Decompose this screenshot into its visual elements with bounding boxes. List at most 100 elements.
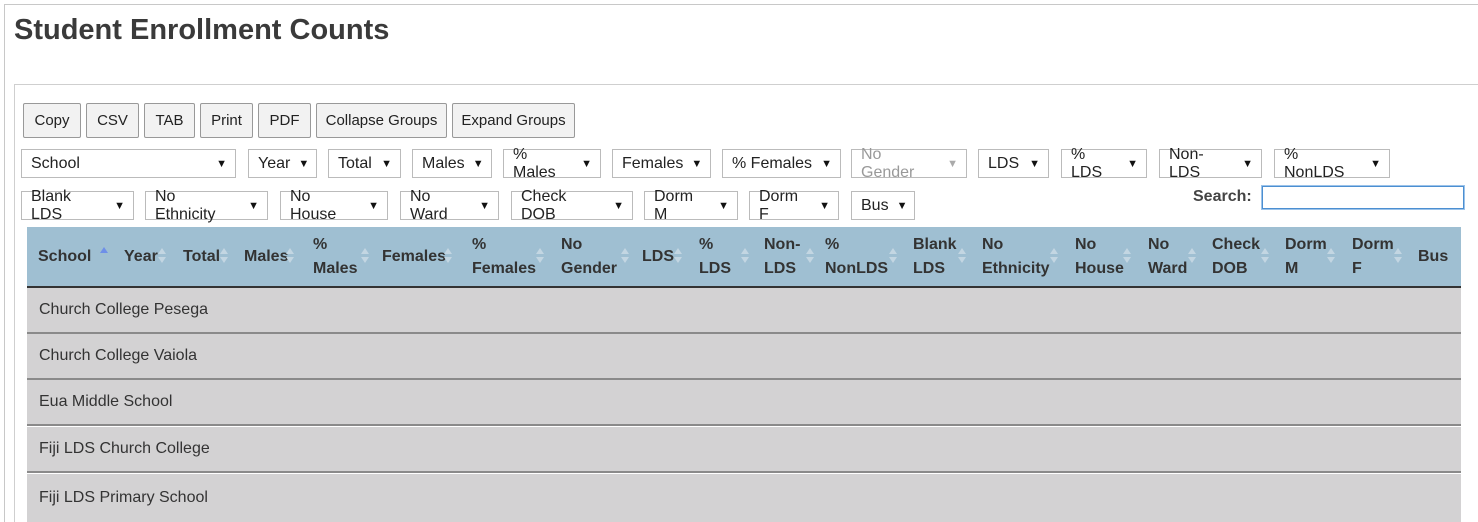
filter-lds[interactable]: LDS ▼ <box>978 149 1049 178</box>
filter-pct-nonlds[interactable]: % NonLDS ▼ <box>1274 146 1390 181</box>
sort-icon <box>286 248 294 266</box>
column-header-no-gender[interactable]: No Gender <box>561 227 629 286</box>
column-header-check-dob[interactable]: Check DOB <box>1212 227 1269 286</box>
filter-blank-lds[interactable]: Blank LDS ▼ <box>21 188 134 223</box>
filter-dorm-m[interactable]: Dorm M ▼ <box>644 188 738 223</box>
column-header-label: Non- <box>764 235 801 253</box>
column-header-label-line2: M <box>1285 259 1299 277</box>
filter-no-ethnicity[interactable]: No Ethnicity ▼ <box>145 188 268 223</box>
filter-dorm-f[interactable]: Dorm F ▼ <box>749 188 839 223</box>
filter-pct-males[interactable]: % Males ▼ <box>503 146 601 181</box>
sort-icon <box>536 248 544 266</box>
filter-males[interactable]: Males ▼ <box>412 149 492 178</box>
column-header-label: No <box>1075 235 1097 253</box>
column-header-label: % <box>472 235 487 253</box>
dropdown-arrow-icon: ▼ <box>368 199 379 212</box>
filter-label: Year <box>258 154 291 172</box>
tab-button[interactable]: TAB <box>144 103 195 138</box>
column-header-label-line2: Gender <box>561 259 618 277</box>
dropdown-arrow-icon: ▼ <box>718 199 729 212</box>
group-row-label: Fiji LDS Church College <box>39 440 210 457</box>
dropdown-arrow-icon: ▼ <box>896 199 908 212</box>
print-button[interactable]: Print <box>200 103 253 138</box>
filter-year[interactable]: Year ▼ <box>248 149 317 178</box>
collapse-groups-button[interactable]: Collapse Groups <box>316 103 447 138</box>
column-header-no-ward[interactable]: No Ward <box>1148 227 1196 286</box>
dropdown-arrow-icon: ▼ <box>819 199 830 212</box>
dropdown-arrow-icon: ▼ <box>1127 157 1138 170</box>
filter-pct-females[interactable]: % Females ▼ <box>722 149 841 178</box>
filter-label: Check DOB <box>521 187 567 223</box>
filter-no-ward[interactable]: No Ward ▼ <box>400 188 499 223</box>
column-header-males[interactable]: Males <box>244 227 294 286</box>
column-header-label-line2: LDS <box>764 259 796 277</box>
group-row-label: Church College Vaiola <box>39 347 198 364</box>
filter-non-lds[interactable]: Non-LDS ▼ <box>1159 146 1262 181</box>
column-header-label: Dorm <box>1285 235 1327 253</box>
filter-total[interactable]: Total ▼ <box>328 149 401 178</box>
column-header-blank-lds[interactable]: Blank LDS <box>913 227 966 286</box>
column-header-year[interactable]: Year <box>124 227 166 286</box>
group-row-label: Church College Pesega <box>39 301 208 318</box>
column-header-lds[interactable]: LDS <box>642 227 682 286</box>
filter-school[interactable]: School ▼ <box>21 149 236 178</box>
filter-label: Non-LDS <box>1169 145 1204 181</box>
filter-label: No Ethnicity <box>155 187 216 223</box>
column-header-label: No <box>1148 235 1170 253</box>
dropdown-arrow-icon: ▼ <box>479 199 490 212</box>
sort-icon <box>621 248 629 266</box>
group-row[interactable]: Church College Pesega <box>27 288 1461 334</box>
filter-no-house[interactable]: No House ▼ <box>280 188 388 223</box>
filter-label: % NonLDS <box>1284 145 1345 181</box>
csv-button[interactable]: CSV <box>86 103 139 138</box>
sort-icon <box>361 248 369 266</box>
column-header-total[interactable]: Total <box>183 227 228 286</box>
search-input[interactable] <box>1261 185 1465 210</box>
filter-pct-lds[interactable]: % LDS ▼ <box>1061 146 1147 181</box>
expand-groups-button[interactable]: Expand Groups <box>452 103 575 138</box>
column-header-dorm-m[interactable]: Dorm M <box>1285 227 1335 286</box>
copy-button[interactable]: Copy <box>23 103 81 138</box>
column-header-pct-females[interactable]: % Females <box>472 227 544 286</box>
column-header-label: % <box>313 235 328 253</box>
filter-label: LDS <box>988 154 1020 172</box>
column-header-label: No <box>982 235 1004 253</box>
sort-icon <box>1050 248 1058 266</box>
sort-icon <box>741 248 749 266</box>
column-header-pct-males[interactable]: % Males <box>313 227 369 286</box>
column-header-bus[interactable]: Bus <box>1418 227 1454 286</box>
dropdown-arrow-icon: ▼ <box>298 157 310 170</box>
filter-label: Dorm M <box>654 187 694 223</box>
filter-females[interactable]: Females ▼ <box>612 149 711 178</box>
column-header-no-house[interactable]: No House <box>1075 227 1131 286</box>
column-header-label-line2: NonLDS <box>825 259 889 277</box>
filter-label: No Gender <box>861 145 915 181</box>
column-header-label: % <box>699 235 714 253</box>
column-header-no-ethnicity[interactable]: No Ethnicity <box>982 227 1058 286</box>
group-row[interactable]: Fiji LDS Primary School <box>27 474 1461 522</box>
column-header-label-line2: Females <box>472 259 537 277</box>
filter-label: School <box>31 154 80 172</box>
filter-label: No Ward <box>410 187 448 223</box>
column-header-pct-nonlds[interactable]: % NonLDS <box>825 227 897 286</box>
column-header-dorm-f[interactable]: Dorm F <box>1352 227 1402 286</box>
group-row[interactable]: Fiji LDS Church College <box>27 427 1461 473</box>
column-header-label: Females <box>382 247 447 265</box>
group-row[interactable]: Eua Middle School <box>27 380 1461 426</box>
dropdown-arrow-icon: ▼ <box>1370 157 1381 170</box>
column-header-label-line2: LDS <box>699 259 731 277</box>
filter-bus[interactable]: Bus ▼ <box>851 191 915 220</box>
column-header-non-lds[interactable]: Non- LDS <box>764 227 814 286</box>
page-title: Student Enrollment Counts <box>14 14 390 46</box>
pdf-button[interactable]: PDF <box>258 103 311 138</box>
group-row[interactable]: Church College Vaiola <box>27 334 1461 380</box>
filter-check-dob[interactable]: Check DOB ▼ <box>511 188 633 223</box>
column-header-label-line2: Ward <box>1148 259 1188 277</box>
column-header-pct-lds[interactable]: % LDS <box>699 227 749 286</box>
column-header-label: Total <box>183 247 221 265</box>
column-header-label-line2: Ethnicity <box>982 259 1050 277</box>
dropdown-arrow-icon: ▼ <box>947 157 958 170</box>
column-header-school[interactable]: School <box>38 227 113 286</box>
column-header-females[interactable]: Females <box>382 227 452 286</box>
column-header-label: Blank <box>913 235 957 253</box>
